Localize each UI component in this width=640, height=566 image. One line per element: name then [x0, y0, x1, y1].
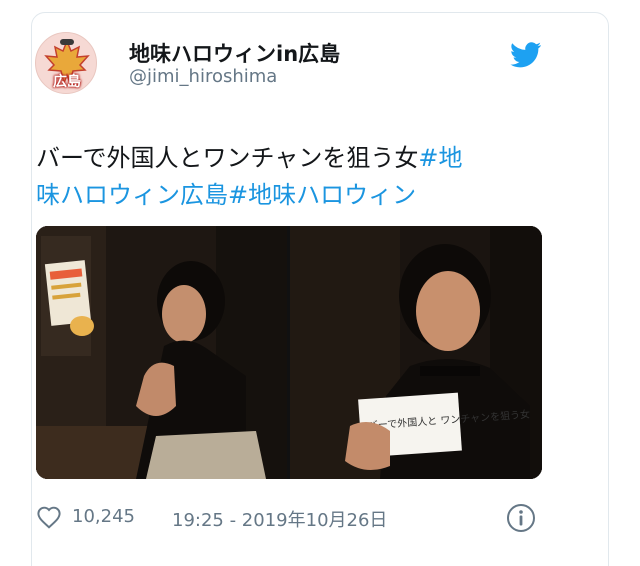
- photo-1-image: [36, 226, 287, 479]
- twitter-bird-icon[interactable]: [510, 42, 542, 68]
- avatar[interactable]: 広島: [35, 32, 97, 94]
- tweet-footer: 10,245 19:25 - 2019年10月26日: [36, 503, 546, 533]
- hashtag-link-1a[interactable]: #地: [418, 144, 462, 172]
- timestamp[interactable]: 19:25 - 2019年10月26日: [172, 506, 387, 532]
- info-icon[interactable]: [506, 503, 536, 533]
- media-grid: バーで外国人と ワンチャンを狙う女: [36, 226, 542, 479]
- avatar-pin: [60, 39, 74, 45]
- tweet-text-body: バーで外国人とワンチャンを狙う女: [36, 144, 419, 172]
- hashtag-link-2[interactable]: #地味ハロウィン: [228, 181, 416, 209]
- like-count: 10,245: [72, 506, 135, 527]
- handle[interactable]: @jimi_hiroshima: [129, 66, 277, 87]
- photo-2[interactable]: バーで外国人と ワンチャンを狙う女: [290, 226, 542, 479]
- hashtag-link-1b[interactable]: 味ハロウィン広島: [36, 181, 228, 209]
- heart-icon[interactable]: [36, 505, 62, 529]
- photo-1[interactable]: [36, 226, 287, 479]
- avatar-label: 広島: [53, 74, 81, 90]
- photo-2-image: バーで外国人と ワンチャンを狙う女: [290, 226, 542, 479]
- tweet-text: バーで外国人とワンチャンを狙う女#地 味ハロウィン広島#地味ハロウィン: [36, 140, 556, 214]
- display-name[interactable]: 地味ハロウィンin広島: [129, 38, 340, 68]
